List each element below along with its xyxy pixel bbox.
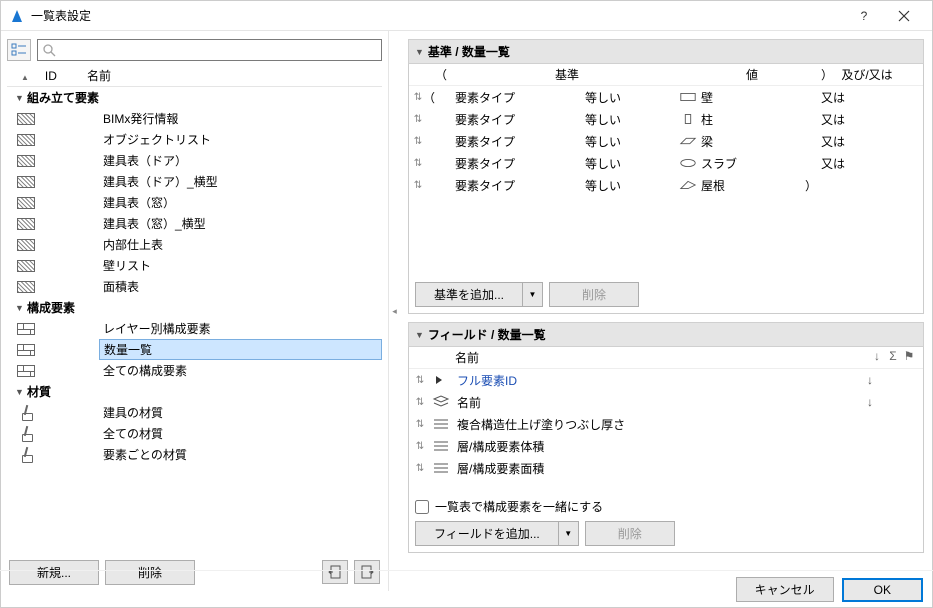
brick-icon — [15, 365, 37, 377]
criteria-row[interactable]: ⇅要素タイプ等しい屋根） — [409, 174, 923, 196]
splitter[interactable] — [389, 31, 400, 591]
arrow-icon — [431, 373, 451, 387]
criteria-row[interactable]: ⇅要素タイプ等しい柱又は — [409, 108, 923, 130]
search-field[interactable] — [37, 39, 382, 61]
merge-components-label: 一覧表で構成要素を一緒にする — [435, 498, 603, 515]
wall-icon — [675, 90, 701, 104]
tree-group[interactable]: ▼材質 — [7, 381, 382, 402]
hatch-icon — [15, 113, 37, 125]
roof-icon — [675, 178, 701, 192]
hatch-icon — [15, 260, 37, 272]
hatch-icon — [15, 176, 37, 188]
col-value: 値 — [687, 66, 817, 83]
slab-icon — [675, 156, 701, 170]
delete-field-button[interactable]: 削除 — [585, 521, 675, 546]
fields-header[interactable]: ▼フィールド / 数量一覧 — [408, 322, 924, 347]
add-field-dropdown[interactable]: ▼ — [559, 521, 579, 546]
tree-item[interactable]: レイヤー別構成要素 — [7, 318, 382, 339]
col-name[interactable]: 名前 — [87, 67, 382, 84]
list-header: ID 名前 — [7, 65, 382, 87]
col-close-paren: ） — [817, 66, 837, 83]
col-open-paren: （ — [435, 66, 447, 83]
dialog-footer: キャンセル OK — [0, 570, 933, 608]
criteria-box: （ 基準 値 ） 及び/又は ⇅（要素タイプ等しい壁又は⇅要素タイプ等しい柱又は… — [408, 64, 924, 314]
add-field-button[interactable]: フィールドを追加... — [415, 521, 559, 546]
lines-icon — [431, 417, 451, 431]
tree-item[interactable]: 数量一覧 — [7, 339, 382, 360]
tree-item[interactable]: BIMx発行情報 — [7, 108, 382, 129]
tree-group[interactable]: ▼組み立て要素 — [7, 87, 382, 108]
tree-item[interactable]: 内部仕上表 — [7, 234, 382, 255]
fields-box: 名前 ↓ Σ ⚑ ⇅フル要素ID↓⇅名前↓⇅複合構造仕上げ塗りつぶし厚さ⇅層/構… — [408, 347, 924, 553]
tree-item[interactable]: 面積表 — [7, 276, 382, 297]
cancel-button[interactable]: キャンセル — [736, 577, 834, 602]
titlebar: 一覧表設定 ? — [1, 1, 932, 31]
criteria-row[interactable]: ⇅（要素タイプ等しい壁又は — [409, 86, 923, 108]
hatch-icon — [15, 239, 37, 251]
hatch-icon — [15, 155, 37, 167]
hatch-icon — [15, 197, 37, 209]
tree-item[interactable]: 建具表（ドア） — [7, 150, 382, 171]
window-title: 一覧表設定 — [31, 7, 844, 24]
paint-icon — [15, 406, 37, 420]
column-icon — [675, 112, 701, 126]
flag-indicator-icon: ⚑ — [901, 349, 917, 366]
help-button[interactable]: ? — [844, 1, 884, 31]
field-row[interactable]: ⇅フル要素ID↓ — [409, 369, 923, 391]
fields-col-name: 名前 — [415, 349, 869, 366]
tree-item[interactable]: 建具の材質 — [7, 402, 382, 423]
tree-item[interactable]: 全ての材質 — [7, 423, 382, 444]
tree-item[interactable]: 建具表（窓）_横型 — [7, 213, 382, 234]
search-input[interactable] — [60, 41, 381, 59]
search-icon — [42, 43, 56, 57]
add-criteria-button[interactable]: 基準を追加... — [415, 282, 523, 307]
tree-item[interactable]: オブジェクトリスト — [7, 129, 382, 150]
col-andor: 及び/又は — [837, 66, 897, 83]
tree-item[interactable]: 要素ごとの材質 — [7, 444, 382, 465]
field-row[interactable]: ⇅名前↓ — [409, 391, 923, 413]
tree-item[interactable]: 建具表（ドア）_横型 — [7, 171, 382, 192]
brick-icon — [15, 344, 37, 356]
criteria-row[interactable]: ⇅要素タイプ等しいスラブ又は — [409, 152, 923, 174]
brick-icon — [15, 323, 37, 335]
tree-group[interactable]: ▼構成要素 — [7, 297, 382, 318]
paint-icon — [15, 448, 37, 462]
lines-icon — [431, 439, 451, 453]
paint-icon — [15, 427, 37, 441]
delete-criteria-button[interactable]: 削除 — [549, 282, 639, 307]
tree-item[interactable]: 建具表（窓） — [7, 192, 382, 213]
sum-indicator-icon: Σ — [885, 349, 901, 366]
criteria-header[interactable]: ▼基準 / 数量一覧 — [408, 39, 924, 64]
close-button[interactable] — [884, 1, 924, 31]
left-panel: ID 名前 ▼組み立て要素BIMx発行情報オブジェクトリスト建具表（ドア）建具表… — [1, 31, 389, 591]
ok-button[interactable]: OK — [842, 578, 923, 602]
schedule-tree[interactable]: ▼組み立て要素BIMx発行情報オブジェクトリスト建具表（ドア）建具表（ドア）_横… — [7, 87, 382, 554]
hatch-icon — [15, 134, 37, 146]
right-panel: ▼基準 / 数量一覧 （ 基準 値 ） 及び/又は ⇅（要素タイプ等しい壁又は⇅… — [400, 31, 932, 591]
tree-item[interactable]: 壁リスト — [7, 255, 382, 276]
hatch-icon — [15, 281, 37, 293]
field-row[interactable]: ⇅層/構成要素面積 — [409, 457, 923, 479]
app-logo-icon — [9, 8, 25, 24]
tree-item[interactable]: 全ての構成要素 — [7, 360, 382, 381]
layers-icon — [431, 395, 451, 409]
criteria-row[interactable]: ⇅要素タイプ等しい梁又は — [409, 130, 923, 152]
sort-indicator-icon: ↓ — [869, 349, 885, 366]
col-id[interactable]: ID — [7, 69, 87, 83]
add-criteria-dropdown[interactable]: ▼ — [523, 282, 543, 307]
field-row[interactable]: ⇅層/構成要素体積 — [409, 435, 923, 457]
beam-icon — [675, 134, 701, 148]
col-criteria: 基準 — [447, 66, 687, 83]
lines-icon — [431, 461, 451, 475]
merge-components-checkbox[interactable] — [415, 500, 429, 514]
hatch-icon — [15, 218, 37, 230]
tree-view-toggle[interactable] — [7, 39, 31, 61]
field-row[interactable]: ⇅複合構造仕上げ塗りつぶし厚さ — [409, 413, 923, 435]
